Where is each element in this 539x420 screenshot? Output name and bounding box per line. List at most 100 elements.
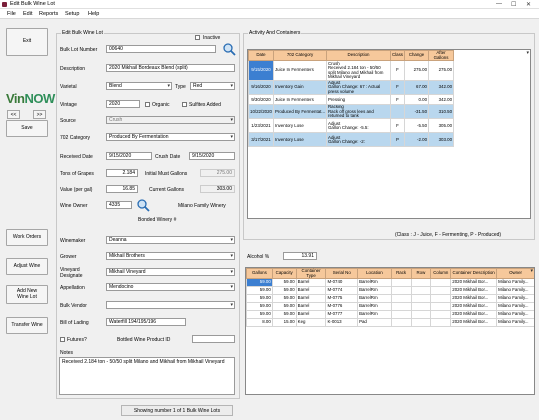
menu-help[interactable]: Help	[88, 11, 99, 17]
search-icon[interactable]	[222, 42, 236, 56]
add-new-wine-lot-button[interactable]: Add New Wine Lot	[6, 285, 48, 304]
adjust-wine-button[interactable]: Adjust Wine	[6, 258, 48, 275]
container-cell: 59.00	[271, 278, 297, 287]
appellation-select[interactable]: Mendocino	[106, 283, 235, 291]
bulk-vendor-select[interactable]	[106, 301, 235, 309]
container-row[interactable]: 59.00 59.00 Barrel M-0777 BarrelRm 2020 Mikha…	[246, 310, 534, 319]
container-cell	[430, 278, 452, 287]
organic-checkbox[interactable]	[145, 102, 150, 107]
activity-cell-after: 275.00	[428, 60, 455, 81]
bottled-product-label: Bottled Wine Product ID	[117, 337, 171, 343]
container-cell: Milano Family...	[496, 302, 534, 311]
activity-cell-cat: Produced By Fermentat...	[272, 104, 328, 120]
tons-input[interactable]: 2.184	[106, 169, 138, 177]
bottled-product-input[interactable]	[192, 335, 235, 343]
app-icon	[2, 2, 7, 7]
col-change[interactable]: Change	[404, 50, 430, 61]
menu-edit[interactable]: Edit	[23, 11, 32, 17]
col-gallons[interactable]: Gallons	[246, 268, 273, 279]
col-container-description[interactable]: Container Description	[450, 268, 498, 279]
col-serial[interactable]: Serial No	[325, 268, 359, 279]
menu-setup[interactable]: Setup	[65, 11, 79, 17]
notes-textarea[interactable]: Received 2.184 ton - 50/50 split Milano …	[59, 357, 235, 395]
container-cell: 59.00	[271, 302, 297, 311]
col-date[interactable]: Date	[248, 50, 274, 61]
containers-header-row: Gallons Capacity Container Type Serial N…	[246, 268, 534, 279]
current-gallons-label: Current Gallons	[149, 187, 185, 193]
next-button[interactable]: >>	[33, 110, 46, 119]
bonded-winery-label: Bonded Winery #	[138, 217, 177, 223]
col-class[interactable]: Class	[390, 50, 406, 61]
maximize-icon[interactable]: ☐	[511, 1, 516, 8]
container-row[interactable]: 59.00 59.00 Barrel M-0776 BarrelRm 2020 Mikha…	[246, 302, 534, 311]
transfer-wine-button[interactable]: Transfer Wine	[6, 317, 48, 334]
activity-cell-cls: F	[390, 94, 406, 106]
bill-of-lading-input[interactable]: Waterfill 194/195/196	[106, 318, 186, 326]
activity-cell-change: 275.00	[404, 60, 430, 81]
lot-number-input[interactable]: 00640	[106, 45, 216, 53]
activity-row[interactable]: 9/30/2020 Juice In Fermenters Pressing F 0.0…	[248, 94, 472, 106]
description-input[interactable]: 2020 Mikhail Bordeaux Blend (split)	[106, 64, 235, 72]
container-cell: BarrelRm	[357, 294, 392, 303]
container-row[interactable]: 8.00 15.00 Keg K-0013 Pad 2020 Mikhail Bor...…	[246, 318, 534, 327]
vineyard-select[interactable]: Mikhail Vineyard	[106, 268, 235, 276]
activity-cell-desc: Pressing	[326, 94, 392, 106]
type-select[interactable]: Red	[190, 82, 235, 90]
save-button[interactable]: Save	[6, 120, 48, 137]
activity-row[interactable]: 1/23/2021 Inventory Lose Adjust Gallon Cha…	[248, 118, 472, 134]
exit-button[interactable]: Exit	[6, 28, 48, 56]
activity-cell-cls: F	[390, 60, 406, 81]
received-date-input[interactable]: 9/15/2020	[106, 152, 152, 160]
owner-search-icon[interactable]	[136, 198, 150, 212]
activity-row[interactable]: 10/22/2020 Produced By Fermentat... Rackin…	[248, 104, 472, 120]
col-description[interactable]: Description	[326, 50, 392, 61]
prev-button[interactable]: <<	[7, 110, 20, 119]
work-orders-button[interactable]: Work Orders	[6, 229, 48, 246]
container-row[interactable]: 59.00 59.00 Barrel M-0774 BarrelRm 2020 Mikha…	[246, 286, 534, 295]
container-row[interactable]: 59.00 59.00 Barrel M-0740 BarrelRm 2020 Mikha…	[246, 278, 534, 287]
close-icon[interactable]: ✕	[526, 1, 531, 8]
grower-select[interactable]: Mikhail Brothers	[106, 252, 235, 260]
col-after-gallons[interactable]: After Gallons	[428, 50, 455, 61]
col-capacity[interactable]: Capacity	[271, 268, 297, 279]
source-select[interactable]: Crush	[106, 116, 235, 124]
activity-cell-after: 342.00	[428, 94, 455, 106]
container-cell: 8.00	[246, 318, 273, 327]
activity-row[interactable]: 9/15/2020 Juice In Fermenters Crush Receiv…	[248, 60, 472, 81]
tons-label: Tons of Grapes	[60, 171, 94, 177]
col-column[interactable]: Column	[430, 268, 452, 279]
alcohol-input[interactable]: 13.91	[283, 252, 317, 260]
sulfites-checkbox[interactable]	[182, 102, 187, 107]
col-location[interactable]: Location	[357, 268, 392, 279]
container-cell: Pad	[357, 318, 392, 327]
crush-date-input[interactable]: 9/15/2020	[189, 152, 235, 160]
col-container-type[interactable]: Container Type	[295, 268, 327, 279]
inactive-checkbox[interactable]	[195, 35, 200, 40]
col-row[interactable]: Row	[410, 268, 432, 279]
futures-label: Futures?	[67, 337, 87, 343]
minimize-icon[interactable]: —	[496, 1, 502, 7]
wine-owner-input[interactable]: 4335	[106, 201, 132, 209]
container-cell: 59.00	[246, 278, 273, 287]
futures-checkbox[interactable]	[60, 337, 65, 342]
col-rack[interactable]: Rack	[390, 268, 412, 279]
winemaker-select[interactable]: Deanna	[106, 236, 235, 244]
col-category[interactable]: 702 Category	[272, 50, 328, 61]
container-cell	[410, 286, 432, 295]
containers-table[interactable]: Gallons Capacity Container Type Serial N…	[245, 267, 535, 395]
menu-reports[interactable]: Reports	[39, 11, 58, 17]
container-cell: 59.00	[246, 286, 273, 295]
activity-cell-cat: Inventory Lose	[272, 118, 328, 134]
menu-file[interactable]: File	[7, 11, 16, 17]
value-input[interactable]: 16.85	[106, 185, 138, 193]
activity-row[interactable]: 9/16/2020 Inventory Gain Adjust Gallon Cha…	[248, 79, 472, 96]
category-select[interactable]: Produced By Fermentation	[106, 133, 235, 141]
vintage-input[interactable]: 2020	[106, 100, 140, 108]
varietal-select[interactable]: Blend	[106, 82, 172, 90]
container-cell	[390, 310, 412, 319]
container-row[interactable]: 59.00 59.00 Barrel M-0775 BarrelRm 2020 Mikha…	[246, 294, 534, 303]
col-owner[interactable]: Owner	[496, 268, 534, 279]
activity-table[interactable]: Date 702 Category Description Class Chan…	[247, 49, 531, 219]
activity-row[interactable]: 3/17/2021 Inventory Lose Adjust Gallon Cha…	[248, 132, 472, 148]
alcohol-label: Alcohol %	[247, 254, 270, 260]
